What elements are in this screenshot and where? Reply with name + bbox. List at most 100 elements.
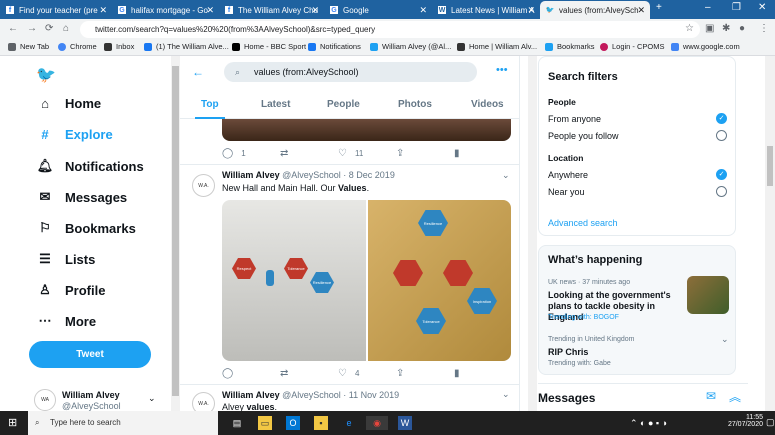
tab-top[interactable]: Top	[201, 99, 219, 110]
outlook-icon[interactable]: O	[286, 416, 300, 430]
expand-icon[interactable]: ︽	[729, 388, 741, 405]
bookmark-item[interactable]: Home - BBC Sport	[232, 42, 306, 51]
tweet-photo[interactable]: Respect Tolerance Resilience Resilience …	[222, 200, 511, 361]
close-icon[interactable]: ✕	[527, 5, 535, 16]
notification-icon[interactable]: ▢	[766, 417, 775, 428]
retweet-button[interactable]: ⇄	[280, 148, 296, 159]
nav-messages[interactable]: ✉ Messages	[36, 189, 128, 205]
back-arrow-icon[interactable]: ←	[192, 65, 204, 79]
more-options-icon[interactable]: •••	[496, 64, 508, 76]
photo-right[interactable]: Resilience Tolerance Inspiration	[368, 200, 511, 361]
tab-people[interactable]: People	[327, 99, 360, 110]
edge-icon[interactable]: e	[342, 416, 356, 430]
tweet-author[interactable]: William Alvey	[222, 170, 280, 180]
bookmark-item[interactable]: New Tab	[8, 42, 49, 51]
bookmark-item[interactable]: Home | William Alv...	[457, 42, 537, 51]
account-switcher[interactable]: WA William Alvey @AlveySchool ⌄	[30, 387, 165, 413]
tab-latest[interactable]: Latest	[261, 99, 290, 110]
near-you-radio[interactable]	[716, 186, 727, 197]
browser-tab[interactable]: Ghalifax mortgage - Go ✕	[112, 1, 219, 19]
browser-tab[interactable]: f Find your teacher (pre ✕	[0, 1, 112, 19]
bookmark-item[interactable]: www.google.com	[671, 42, 740, 51]
puzzle-icon[interactable]: ✱	[722, 23, 730, 34]
restore-icon[interactable]: ❐	[732, 2, 741, 13]
sticky-notes-icon[interactable]: ▪	[314, 416, 328, 430]
from-anyone-label[interactable]: From anyone	[548, 114, 601, 124]
page-scrollbar[interactable]	[528, 56, 537, 411]
anywhere-label[interactable]: Anywhere	[548, 170, 588, 180]
trend-sub[interactable]: Trending with: BOGOF	[548, 314, 619, 321]
sidebar-scrollbar[interactable]	[171, 56, 180, 411]
photo-left[interactable]: Respect Tolerance Resilience	[222, 200, 366, 361]
close-icon[interactable]: ✕	[311, 5, 319, 16]
anywhere-radio[interactable]: ✓	[716, 169, 727, 180]
share-button[interactable]: ⇪	[396, 368, 412, 379]
nav-bookmarks[interactable]: ⚐ Bookmarks	[36, 220, 136, 236]
bookmark-item[interactable]: Inbox	[104, 42, 134, 51]
people-you-follow-label[interactable]: People you follow	[548, 131, 619, 141]
new-message-icon[interactable]: ✉	[706, 389, 716, 403]
back-icon[interactable]: ←	[8, 23, 18, 34]
reply-button[interactable]: ◯	[222, 368, 241, 379]
home-icon[interactable]: ⌂	[63, 23, 69, 34]
nav-notifications[interactable]: 🔔︎ Notifications	[36, 158, 144, 174]
window-scrollbar[interactable]	[765, 56, 775, 411]
avatar[interactable]: W.A.	[192, 392, 215, 411]
tweet-button[interactable]: Tweet	[29, 341, 151, 368]
advanced-search-link[interactable]: Advanced search	[548, 218, 618, 228]
bookmark-item[interactable]: (1) The William Alve...	[144, 42, 229, 51]
url-input[interactable]: twitter.com/search?q=values%20%20(from%3…	[80, 21, 700, 38]
task-view-icon[interactable]: ▤	[230, 416, 244, 430]
forward-icon[interactable]: →	[27, 23, 37, 34]
trend-sub[interactable]: Trending with: Gabe	[548, 360, 611, 367]
nav-profile[interactable]: ♙ Profile	[36, 282, 105, 298]
analytics-button[interactable]: ▮	[454, 368, 468, 379]
file-explorer-icon[interactable]: ▭	[258, 416, 272, 430]
word-icon[interactable]: W	[398, 416, 412, 430]
bookmark-item[interactable]: Notifications	[308, 42, 361, 51]
account-icon[interactable]: ●	[739, 23, 745, 34]
nav-home[interactable]: ⌂ Home	[36, 96, 101, 111]
trend-title[interactable]: RIP Chris	[548, 347, 588, 358]
reload-icon[interactable]: ⟳	[45, 23, 53, 34]
reply-button[interactable]: ◯ 1	[222, 148, 246, 159]
trend-thumbnail[interactable]	[687, 276, 729, 314]
close-icon[interactable]: ✕	[419, 5, 427, 16]
retweet-button[interactable]: ⇄	[280, 368, 296, 379]
chrome-icon[interactable]: ◉	[366, 416, 388, 430]
minimize-icon[interactable]: –	[705, 2, 711, 13]
browser-tab[interactable]: f The William Alvey Chu ✕	[219, 1, 324, 19]
system-tray-icons[interactable]: ⌃ ◐ ● ▪ ◑	[630, 418, 667, 429]
chevron-down-icon[interactable]: ⌄	[502, 170, 510, 181]
like-button[interactable]: ♡ 4	[338, 368, 359, 379]
from-anyone-radio[interactable]: ✓	[716, 113, 727, 124]
browser-tab[interactable]: W Latest News | William A ✕	[432, 1, 540, 19]
bookmark-item[interactable]: Chrome	[58, 42, 97, 51]
bookmark-star-icon[interactable]: ☆	[685, 23, 694, 34]
share-button[interactable]: ⇪	[396, 148, 412, 159]
like-button[interactable]: ♡ 11	[338, 148, 363, 159]
chevron-down-icon[interactable]: ⌄	[721, 334, 729, 345]
avatar[interactable]: W.A.	[192, 174, 215, 197]
bookmark-item[interactable]: Login - CPOMS	[600, 42, 665, 51]
chevron-down-icon[interactable]: ⌄	[502, 389, 510, 400]
bookmark-item[interactable]: William Alvey (@Al...	[370, 42, 451, 51]
tab-photos[interactable]: Photos	[398, 99, 432, 110]
messages-drawer[interactable]: Messages ✉ ︽	[538, 383, 748, 411]
browser-tab[interactable]: G Google ✕	[324, 1, 432, 19]
near-you-label[interactable]: Near you	[548, 187, 585, 197]
taskbar-search[interactable]: ⌕ Type here to search	[28, 411, 218, 435]
close-icon[interactable]: ✕	[637, 5, 645, 16]
close-icon[interactable]: ✕	[206, 5, 214, 16]
tweet-image[interactable]	[222, 119, 511, 141]
nav-explore[interactable]: # Explore	[36, 127, 112, 142]
extension-icon[interactable]: ▣	[705, 23, 714, 34]
menu-icon[interactable]: ⋮	[759, 23, 769, 34]
windows-start-icon[interactable]: ⊞	[8, 416, 17, 429]
nav-lists[interactable]: ☰ Lists	[36, 251, 95, 267]
search-input[interactable]: ⌕ values (from:AlveySchool)	[224, 62, 477, 82]
close-icon[interactable]: ✕	[99, 5, 107, 16]
new-tab-icon[interactable]: +	[656, 2, 662, 13]
close-window-icon[interactable]: ✕	[758, 2, 766, 13]
browser-tab-active[interactable]: 🐦 values (from:AlveySch ✕	[540, 1, 650, 19]
